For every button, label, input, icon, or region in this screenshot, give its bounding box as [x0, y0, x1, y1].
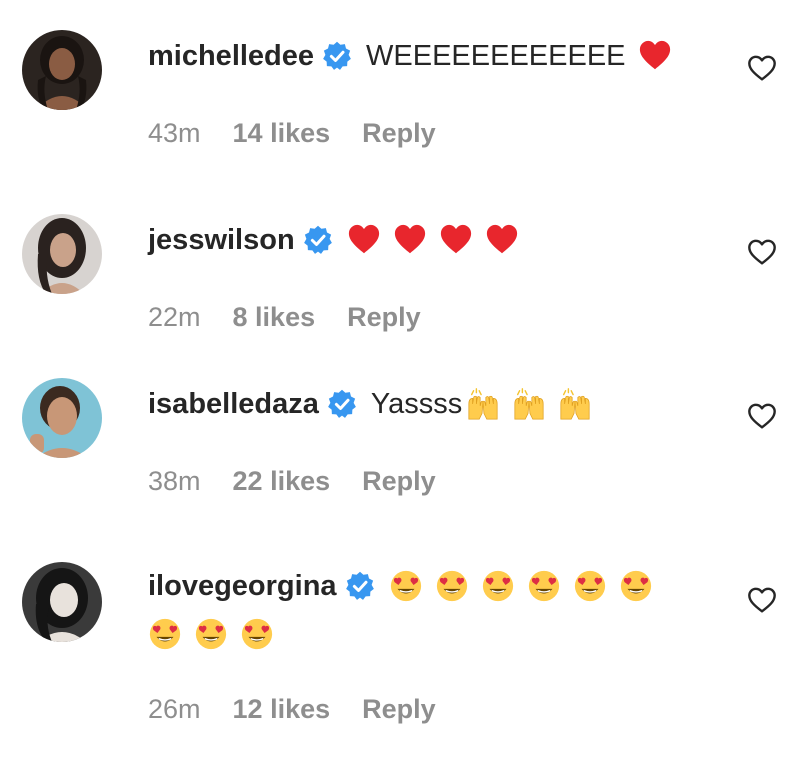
comment-body: jesswilson — [148, 216, 690, 264]
timestamp: 38m — [148, 466, 201, 496]
comment-meta: 43m 14 likes Reply — [148, 118, 436, 149]
avatar[interactable] — [22, 562, 102, 642]
reply-button[interactable]: Reply — [347, 302, 421, 333]
heart-eyes-icon — [241, 618, 273, 650]
heart-eyes-icon — [482, 570, 513, 602]
comment-line-continued — [148, 610, 690, 658]
like-heart-icon[interactable] — [746, 400, 778, 432]
heart-eyes-icon — [390, 570, 421, 602]
raising-hands-icon — [560, 388, 590, 420]
heart-eyes-icon — [528, 570, 559, 602]
reply-button[interactable]: Reply — [362, 694, 436, 725]
raising-hands-icon — [468, 388, 498, 420]
likes-count[interactable]: 12 likes — [233, 694, 331, 725]
comment-text: Yassss — [370, 388, 463, 420]
username[interactable]: isabelledaza — [148, 380, 319, 428]
heart-eyes-icon — [149, 618, 181, 650]
red-heart-icon — [348, 224, 379, 254]
red-heart-icon — [394, 224, 425, 254]
username[interactable]: jesswilson — [148, 216, 295, 264]
heart-eyes-icon — [620, 570, 651, 602]
username[interactable]: ilovegeorgina — [148, 562, 337, 610]
comment-line: ilovegeorgina — [148, 562, 690, 610]
red-heart-icon — [486, 224, 517, 254]
likes-count[interactable]: 22 likes — [233, 466, 331, 497]
likes-count[interactable]: 14 likes — [233, 118, 331, 149]
red-heart-icon — [639, 40, 670, 70]
avatar-photo — [22, 214, 102, 294]
avatar[interactable] — [22, 214, 102, 294]
comment-body: ilovegeorgina — [148, 562, 690, 658]
timestamp: 26m — [148, 694, 201, 724]
like-heart-icon[interactable] — [746, 236, 778, 268]
reply-button[interactable]: Reply — [362, 118, 436, 149]
comment-line: michelledee WEEEEEEEEEEEE — [148, 32, 690, 80]
comment-meta: 22m 8 likes Reply — [148, 302, 421, 333]
username[interactable]: michelledee — [148, 32, 314, 80]
heart-eyes-icon — [574, 570, 605, 602]
like-heart-icon[interactable] — [746, 52, 778, 84]
avatar-photo — [22, 378, 102, 458]
comment-text: WEEEEEEEEEEEE — [366, 40, 626, 72]
red-heart-icon — [440, 224, 471, 254]
raising-hands-icon — [514, 388, 544, 420]
avatar[interactable] — [22, 378, 102, 458]
comment-meta: 38m 22 likes Reply — [148, 466, 436, 497]
avatar-photo — [22, 30, 102, 110]
comment-meta: 26m 12 likes Reply — [148, 694, 436, 725]
comment-line: jesswilson — [148, 216, 690, 264]
heart-eyes-icon — [195, 618, 227, 650]
heart-eyes-icon — [436, 570, 467, 602]
reply-button[interactable]: Reply — [362, 466, 436, 497]
comment-body: isabelledaza Yassss — [148, 380, 690, 428]
comment-line: isabelledaza Yassss — [148, 380, 690, 428]
comment-body: michelledee WEEEEEEEEEEEE — [148, 32, 690, 80]
avatar[interactable] — [22, 30, 102, 110]
verified-badge-icon — [345, 571, 374, 600]
avatar-photo — [22, 562, 102, 642]
verified-badge-icon — [328, 389, 356, 418]
timestamp: 43m — [148, 118, 201, 148]
timestamp: 22m — [148, 302, 201, 332]
verified-badge-icon — [303, 225, 332, 254]
like-heart-icon[interactable] — [746, 584, 778, 616]
verified-badge-icon — [323, 41, 351, 70]
likes-count[interactable]: 8 likes — [233, 302, 316, 333]
